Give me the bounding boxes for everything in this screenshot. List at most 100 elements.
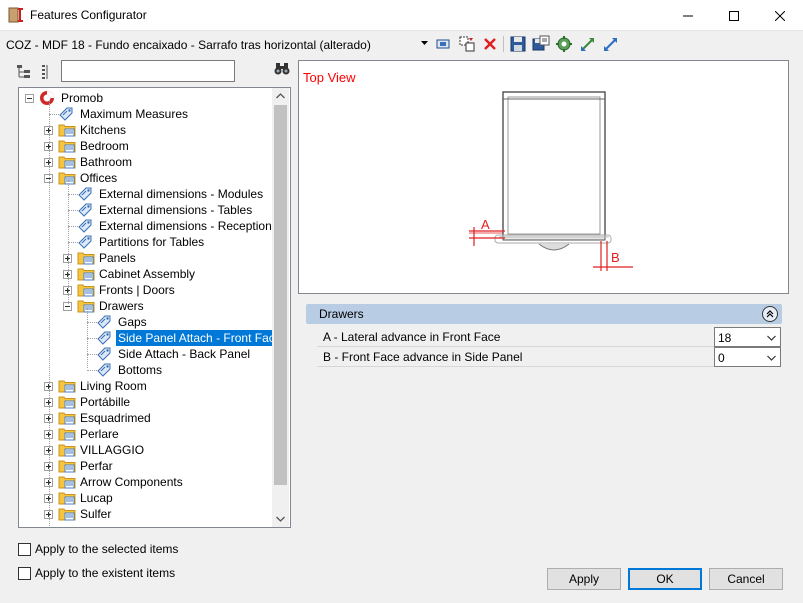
minimize-button[interactable]	[665, 0, 711, 31]
tree-item[interactable]: Side Panel Attach - Front Face	[19, 330, 289, 346]
feature-tag-icon	[78, 203, 92, 217]
tree-item[interactable]: Drawers	[19, 298, 289, 314]
tree-item[interactable]: Perlare	[19, 426, 289, 442]
tree-item[interactable]: Maximum Measures	[19, 106, 289, 122]
folder-icon	[77, 268, 95, 281]
tree-item-label: External dimensions - Tables	[99, 203, 253, 217]
tree-item[interactable]: Bathroom	[19, 154, 289, 170]
tree-item-label: External dimensions - Modules	[99, 187, 264, 201]
tree-item-label: Partitions for Tables	[99, 235, 205, 249]
close-button[interactable]	[757, 0, 803, 31]
tree-item[interactable]: Kitchens	[19, 122, 289, 138]
folder-icon	[58, 140, 76, 153]
tree-item[interactable]: Gaps	[19, 314, 289, 330]
tree-item[interactable]: Cabinet Assembly	[19, 266, 289, 282]
folder-icon	[77, 300, 95, 313]
chevron-up-icon	[766, 310, 774, 318]
tree-item[interactable]: Living Room	[19, 378, 289, 394]
tree-item-label: VILLAGGIO	[80, 443, 145, 457]
tree-scrollbar[interactable]	[272, 88, 289, 527]
search-input[interactable]	[61, 60, 235, 82]
tree-item-label: Drawers	[99, 299, 144, 313]
apply-selected-label: Apply to the selected items	[35, 542, 179, 556]
tree-item[interactable]: Arrow Components	[19, 474, 289, 490]
list-view-icon[interactable]	[40, 64, 54, 80]
cancel-button[interactable]: Cancel	[709, 568, 783, 590]
tree-connector	[87, 308, 88, 368]
feature-tag-icon	[59, 107, 73, 121]
tree-item[interactable]: Side Attach - Back Panel	[19, 346, 289, 362]
preview-panel: Top View A B	[298, 60, 789, 294]
checkbox-box[interactable]	[18, 542, 31, 556]
collapse-node-icon[interactable]	[25, 94, 34, 103]
chevron-down-icon	[767, 355, 776, 361]
folder-icon	[58, 476, 76, 489]
tree-item-label: Offices	[80, 171, 118, 185]
delete-icon[interactable]	[481, 35, 499, 53]
collapse-group-button[interactable]	[762, 306, 778, 322]
drawers-group-header[interactable]: Drawers	[306, 304, 782, 324]
tree-item[interactable]: Esquadrimed	[19, 410, 289, 426]
feature-tag-icon	[78, 187, 92, 201]
maximize-icon	[729, 10, 739, 21]
scroll-down-icon[interactable]	[276, 516, 285, 522]
tree-item-label: Esquadrimed	[80, 411, 151, 425]
collapse-icon[interactable]	[602, 35, 620, 53]
property-value-a[interactable]: 18	[714, 327, 781, 347]
scroll-up-icon[interactable]	[276, 93, 285, 99]
tree-item[interactable]: Lucap	[19, 490, 289, 506]
tree-item[interactable]: External dimensions - Modules	[19, 186, 289, 202]
tree-item[interactable]: VILLAGGIO	[19, 442, 289, 458]
tree-connector	[68, 180, 69, 304]
tree-item[interactable]: External dimensions - Reception	[19, 218, 289, 234]
expand-icon[interactable]	[579, 35, 597, 53]
folder-icon	[58, 380, 76, 393]
tree-item[interactable]: Perfar	[19, 458, 289, 474]
dropdown-arrow-icon[interactable]	[421, 41, 428, 45]
copy-icon[interactable]	[458, 35, 476, 53]
tree-item[interactable]: Partitions for Tables	[19, 234, 289, 250]
tree-item[interactable]: Bedroom	[19, 138, 289, 154]
apply-existent-checkbox[interactable]: Apply to the existent items	[18, 566, 175, 580]
property-value-b[interactable]: 0	[714, 347, 781, 367]
tree-item-label: Side Attach - Back Panel	[118, 347, 251, 361]
folder-icon	[58, 508, 76, 521]
tree-item-label: External dimensions - Reception	[99, 219, 272, 233]
tree-item[interactable]: External dimensions - Tables	[19, 202, 289, 218]
tree-item-label: Bathroom	[80, 155, 133, 169]
tree-item[interactable]: Panels	[19, 250, 289, 266]
folder-icon	[77, 252, 95, 265]
folder-icon	[58, 156, 76, 169]
tree-view-icon[interactable]	[16, 64, 32, 80]
apply-button[interactable]: Apply	[547, 568, 621, 590]
tree-item-label: Side Panel Attach - Front Face	[116, 330, 284, 346]
tree-item[interactable]: Portábille	[19, 394, 289, 410]
checkbox-box[interactable]	[18, 566, 31, 580]
tree-item[interactable]: Sulfer	[19, 506, 289, 522]
folder-icon	[58, 396, 76, 409]
tree-item[interactable]: Fronts | Doors	[19, 282, 289, 298]
property-value-b-text: 0	[718, 351, 725, 365]
chevron-down-icon	[767, 335, 776, 341]
property-label-a: A - Lateral advance in Front Face	[323, 330, 501, 344]
binoculars-icon[interactable]	[274, 62, 290, 76]
tree-item[interactable]: Promob	[19, 90, 289, 106]
ok-button[interactable]: OK	[628, 568, 702, 590]
property-row-b: B - Front Face advance in Side Panel 0	[317, 347, 782, 367]
scroll-thumb[interactable]	[274, 105, 287, 485]
folder-icon	[58, 124, 76, 137]
save-icon[interactable]	[509, 35, 527, 53]
select-item-icon[interactable]	[435, 35, 453, 53]
app-icon	[8, 7, 23, 23]
settings-icon[interactable]	[555, 35, 573, 53]
maximize-button[interactable]	[711, 0, 757, 31]
label-b: B	[611, 250, 620, 265]
feature-tag-icon	[97, 363, 111, 377]
apply-selected-checkbox[interactable]: Apply to the selected items	[18, 542, 178, 556]
tree-item[interactable]: Offices	[19, 170, 289, 186]
tree-item-label: Maximum Measures	[80, 107, 189, 121]
save-as-icon[interactable]	[532, 35, 550, 53]
tree-item[interactable]: Bottoms	[19, 362, 289, 378]
feature-tree[interactable]: Promob Maximum Measures Kitchens Bedroom Bat…	[18, 87, 291, 528]
item-selector[interactable]: COZ - MDF 18 - Fundo encaixado - Sarrafo…	[6, 38, 371, 52]
